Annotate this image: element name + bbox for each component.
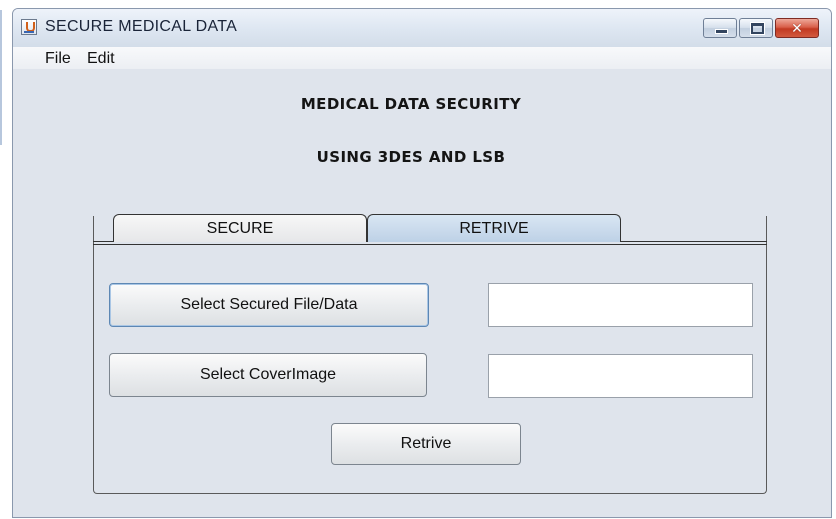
maximize-icon bbox=[750, 22, 765, 35]
menu-file[interactable]: File bbox=[45, 50, 71, 68]
page-title: MEDICAL DATA SECURITY bbox=[300, 95, 522, 113]
menu-edit[interactable]: Edit bbox=[87, 50, 115, 68]
window-title: SECURE MEDICAL DATA bbox=[45, 18, 238, 35]
java-cup-icon[interactable] bbox=[21, 19, 37, 35]
retrive-button[interactable]: Retrive bbox=[331, 423, 521, 465]
app-window: SECURE MEDICAL DATA ✕ File Edit MEDICAL … bbox=[12, 8, 832, 518]
select-cover-image-button[interactable]: Select CoverImage bbox=[109, 353, 427, 397]
close-icon: ✕ bbox=[791, 20, 803, 36]
cover-image-field[interactable] bbox=[488, 354, 753, 398]
minimize-button[interactable] bbox=[703, 18, 737, 38]
minimize-icon bbox=[715, 29, 728, 34]
menu-bar: File Edit bbox=[13, 47, 831, 69]
tab-secure[interactable]: SECURE bbox=[113, 214, 367, 242]
page-subtitle: USING 3DES AND LSB bbox=[316, 148, 506, 166]
title-bar[interactable]: SECURE MEDICAL DATA ✕ bbox=[13, 9, 831, 47]
desktop-edge-mark bbox=[0, 10, 2, 145]
main-panel: MEDICAL DATA SECURITY USING 3DES AND LSB… bbox=[13, 69, 831, 517]
select-secured-file-button[interactable]: Select Secured File/Data bbox=[109, 283, 429, 327]
maximize-button[interactable] bbox=[739, 18, 773, 38]
secured-file-field[interactable] bbox=[488, 283, 753, 327]
tab-retrive[interactable]: RETRIVE bbox=[367, 214, 621, 242]
close-button[interactable]: ✕ bbox=[775, 18, 819, 38]
